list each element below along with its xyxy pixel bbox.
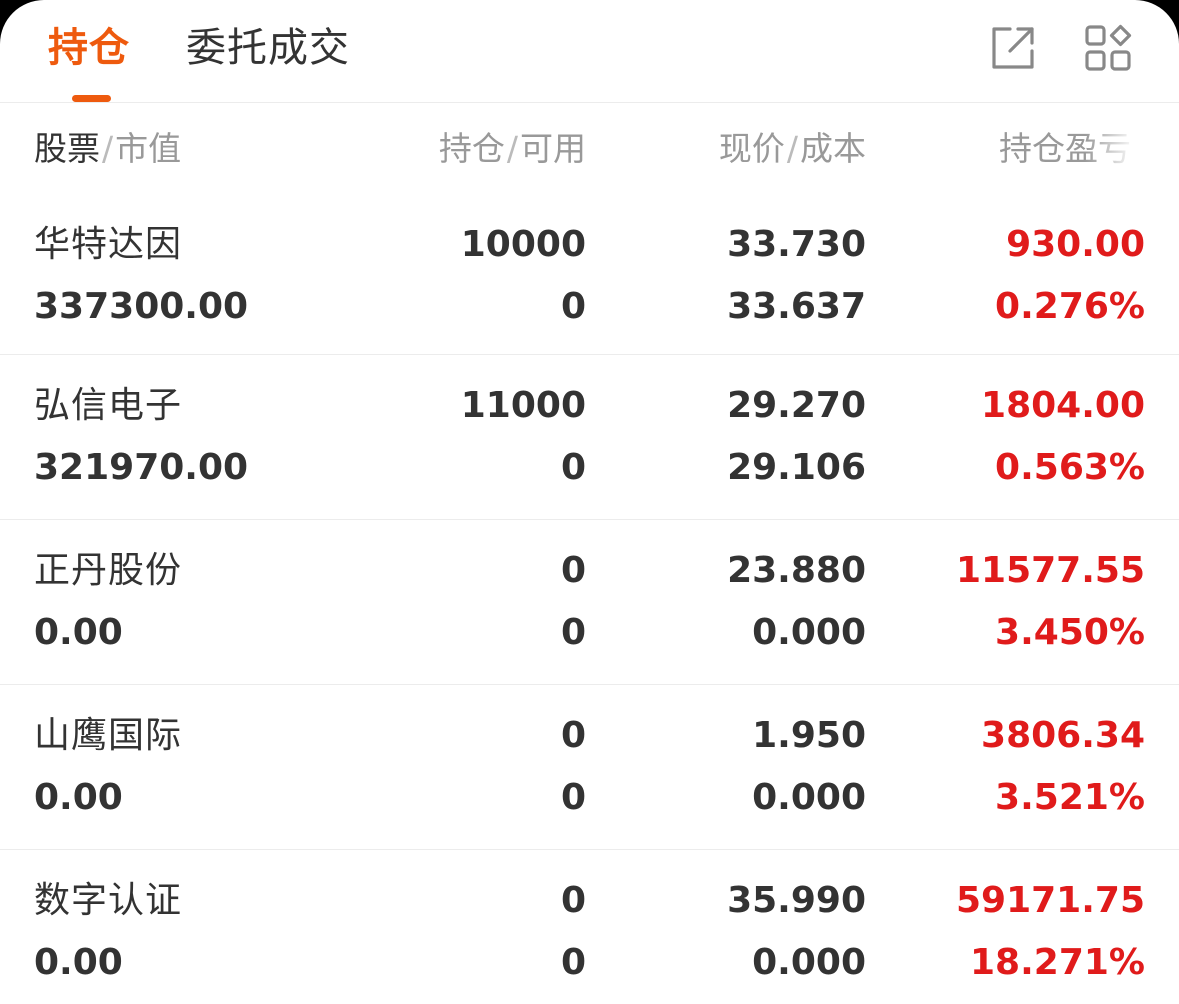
market-value: 0.00 [34,942,123,983]
pnl-amount: 11577.55 [955,550,1145,591]
market-value: 337300.00 [34,286,249,327]
stock-name: 弘信电子 [34,385,183,426]
table-row[interactable]: 正丹股份 0.00 0 0 23.880 0.000 11577.55 3.45… [0,519,1179,684]
header-pnl: 持仓盈亏 [999,127,1145,171]
pnl-percent: 3.521% [995,777,1145,818]
available-qty: 0 [560,447,586,488]
pnl-amount: 59171.75 [955,880,1145,921]
header-position-available: 持仓/可用 [438,129,586,168]
market-value: 0.00 [34,777,123,818]
current-price: 23.880 [727,550,866,591]
available-qty: 0 [560,612,586,653]
stock-name: 数字认证 [34,880,183,921]
available-qty: 0 [560,777,586,818]
available-qty: 0 [560,286,586,327]
current-price: 35.990 [727,880,866,921]
table-row[interactable]: 华特达因 337300.00 10000 0 33.730 33.637 930… [0,194,1179,358]
cost-price: 0.000 [752,777,866,818]
position-qty: 10000 [460,224,586,265]
grid-layout-icon[interactable] [1084,24,1132,72]
current-price: 29.270 [727,385,866,426]
stock-name: 正丹股份 [34,550,183,591]
table-row[interactable]: 山鹰国际 0.00 0 0 1.950 0.000 3806.34 3.521% [0,684,1179,849]
current-price: 33.730 [727,224,866,265]
pnl-amount: 930.00 [1006,224,1145,265]
table-row[interactable]: 弘信电子 321970.00 11000 0 29.270 29.106 180… [0,354,1179,519]
position-qty: 0 [560,880,586,921]
cost-price: 29.106 [727,447,866,488]
market-value: 321970.00 [34,447,249,488]
active-tab-indicator [72,95,111,102]
stock-name: 华特达因 [34,224,183,265]
tab-bar: 持仓 委托成交 [0,0,1179,103]
tab-holdings[interactable]: 持仓 [48,18,130,78]
tab-orders-trades[interactable]: 委托成交 [186,18,350,78]
cost-price: 0.000 [752,612,866,653]
position-qty: 11000 [460,385,586,426]
pnl-percent: 18.271% [970,942,1145,983]
positions-panel: 持仓 委托成交 股票/市值 持仓/可用 现价/成本 持仓盈亏 华特达因 3373… [0,0,1179,1004]
pnl-percent: 0.276% [995,286,1145,327]
table-header: 股票/市值 持仓/可用 现价/成本 持仓盈亏 [0,102,1179,194]
cost-price: 33.637 [727,286,866,327]
cost-price: 0.000 [752,942,866,983]
header-price-cost: 现价/成本 [718,129,866,168]
pnl-amount: 3806.34 [981,715,1145,756]
stock-name: 山鹰国际 [34,715,183,756]
table-row[interactable]: 数字认证 0.00 0 0 35.990 0.000 59171.75 18.2… [0,849,1179,1004]
position-qty: 0 [560,550,586,591]
pnl-percent: 3.450% [995,612,1145,653]
external-link-icon[interactable] [988,24,1036,72]
available-qty: 0 [560,942,586,983]
pnl-percent: 0.563% [995,447,1145,488]
header-stock-marketvalue: 股票/市值 [34,129,182,168]
current-price: 1.950 [752,715,866,756]
market-value: 0.00 [34,612,123,653]
pnl-amount: 1804.00 [981,385,1145,426]
position-qty: 0 [560,715,586,756]
